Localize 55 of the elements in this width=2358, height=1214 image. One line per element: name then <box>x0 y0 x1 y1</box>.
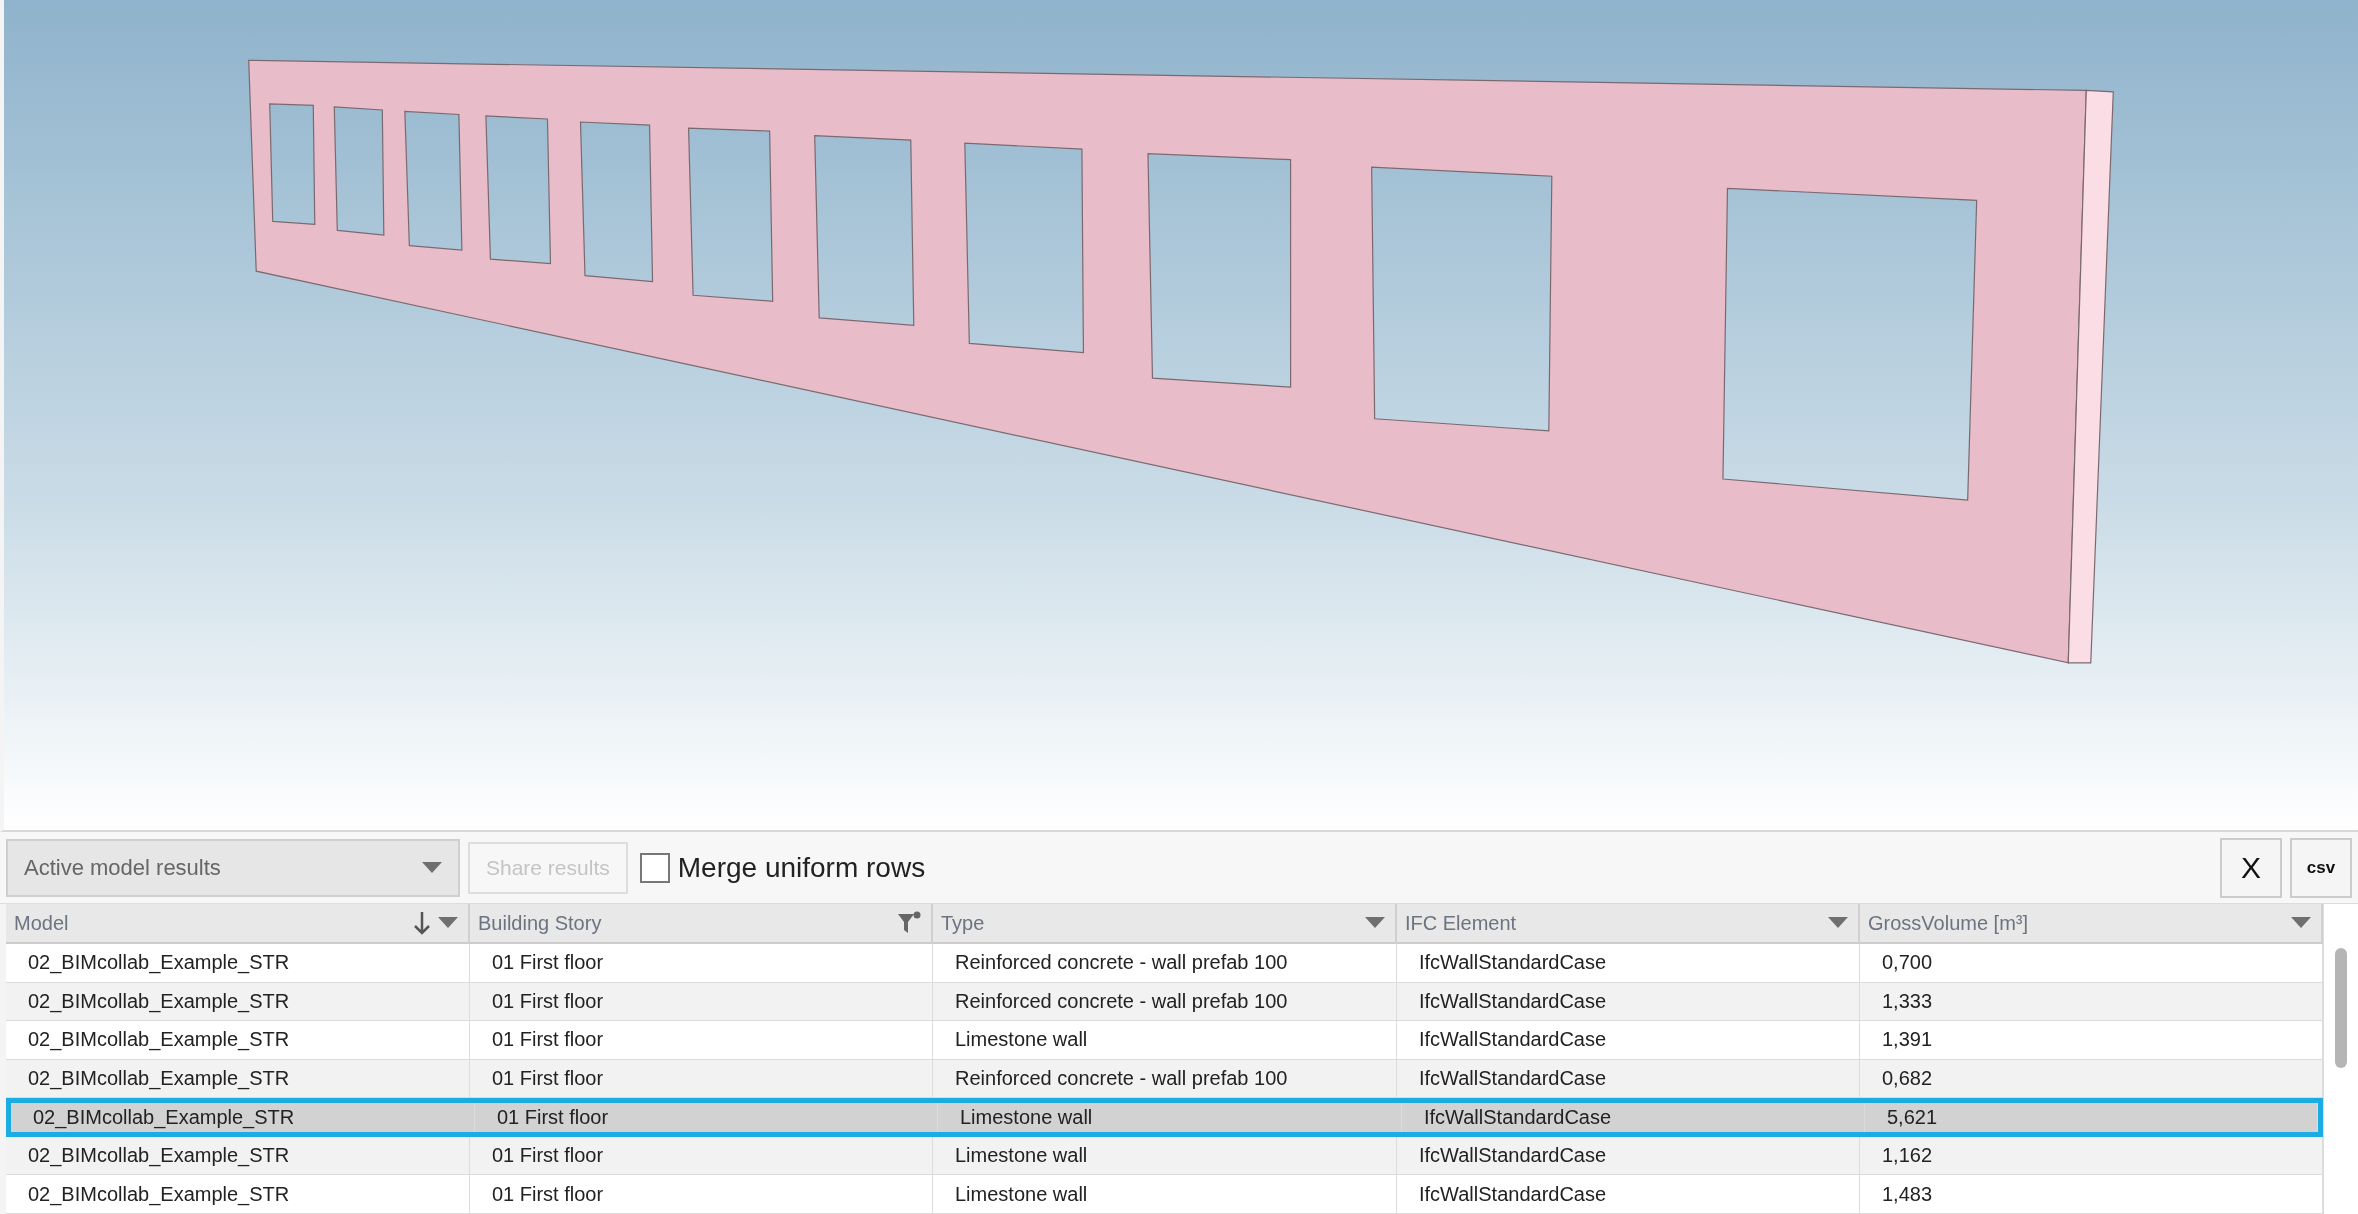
table-cell: 02_BIMcollab_Example_STR <box>6 1136 470 1175</box>
close-button[interactable]: X <box>2220 837 2282 898</box>
sort-arrow-icon[interactable] <box>414 911 430 935</box>
table-cell: 01 First floor <box>470 1136 933 1175</box>
table-cell: 02_BIMcollab_Example_STR <box>6 1175 470 1214</box>
table-cell: IfcWallStandardCase <box>1397 944 1860 982</box>
table-cell: 5,621 <box>1865 1103 2318 1132</box>
table-cell: 02_BIMcollab_Example_STR <box>11 1103 475 1132</box>
table-cell: Reinforced concrete - wall prefab 100 <box>933 1059 1397 1098</box>
table-cell: Limestone wall <box>933 1021 1397 1059</box>
table-row[interactable]: 02_BIMcollab_Example_STR 01 First floor Reinforced concrete - wall prefab 100 IfcWallStandardCase 0,700 <box>6 944 2323 983</box>
filter-icon[interactable] <box>897 911 921 935</box>
column-header[interactable]: Model <box>6 904 470 944</box>
results-dropdown[interactable]: Active model results <box>6 838 460 897</box>
table-cell: Limestone wall <box>933 1175 1397 1214</box>
table-row[interactable]: 02_BIMcollab_Example_STR 01 First floor Limestone wall IfcWallStandardCase 1,162 <box>6 1136 2323 1176</box>
table-cell: IfcWallStandardCase <box>1397 1136 1860 1175</box>
column-header[interactable]: IFC Element <box>1397 904 1860 944</box>
table-cell: IfcWallStandardCase <box>1397 982 1860 1021</box>
3d-viewport[interactable] <box>0 0 2358 832</box>
table-cell: Reinforced concrete - wall prefab 100 <box>933 982 1397 1021</box>
table-cell: 01 First floor <box>475 1103 938 1132</box>
column-header[interactable]: GrossVolume [m³] <box>1860 904 2323 944</box>
table-cell: 02_BIMcollab_Example_STR <box>6 1059 470 1098</box>
table-cell: 01 First floor <box>470 1175 933 1214</box>
caret-icon[interactable] <box>1828 917 1848 929</box>
table-cell: Limestone wall <box>933 1136 1397 1175</box>
table-cell: IfcWallStandardCase <box>1397 1175 1860 1214</box>
table-cell: 02_BIMcollab_Example_STR <box>6 1021 470 1059</box>
column-header[interactable]: Type <box>933 904 1397 944</box>
export-button[interactable]: csv <box>2290 837 2352 898</box>
table-row[interactable]: 02_BIMcollab_Example_STR 01 First floor Limestone wall IfcWallStandardCase 1,391 <box>6 1021 2323 1060</box>
table-cell: 01 First floor <box>470 982 933 1021</box>
table-row[interactable]: 02_BIMcollab_Example_STR 01 First floor Limestone wall IfcWallStandardCase 1,483 <box>6 1175 2323 1214</box>
table-cell: IfcWallStandardCase <box>1397 1059 1860 1098</box>
table-row[interactable]: 02_BIMcollab_Example_STR 01 First floor Limestone wall IfcWallStandardCase 5,621 <box>6 1098 2323 1137</box>
table-cell: 01 First floor <box>470 1021 933 1059</box>
caret-icon[interactable] <box>422 861 442 874</box>
table-cell: Limestone wall <box>938 1103 1402 1132</box>
table-cell: IfcWallStandardCase <box>1397 1021 1860 1059</box>
table-cell: 01 First floor <box>470 1059 933 1098</box>
column-header[interactable]: Building Story <box>470 904 933 944</box>
table-cell: 02_BIMcollab_Example_STR <box>6 944 470 982</box>
table-cell: IfcWallStandardCase <box>1402 1103 1865 1132</box>
table-cell: Reinforced concrete - wall prefab 100 <box>933 944 1397 982</box>
table-cell: 02_BIMcollab_Example_STR <box>6 982 470 1021</box>
checkbox-label: Merge uniform rows <box>677 851 926 884</box>
table-row[interactable]: 02_BIMcollab_Example_STR 01 First floor Reinforced concrete - wall prefab 100 IfcWallStandardCase 1,333 <box>6 982 2323 1022</box>
table-row[interactable]: 02_BIMcollab_Example_STR 01 First floor Reinforced concrete - wall prefab 100 IfcWallStandardCase 0,682 <box>6 1059 2323 1099</box>
checkbox[interactable] <box>639 852 670 883</box>
scrollbar-thumb[interactable] <box>2335 948 2347 1068</box>
caret-icon[interactable] <box>2291 917 2311 929</box>
caret-icon[interactable] <box>1365 917 1385 929</box>
caret-icon[interactable] <box>438 917 458 929</box>
table-cell: 01 First floor <box>470 944 933 982</box>
